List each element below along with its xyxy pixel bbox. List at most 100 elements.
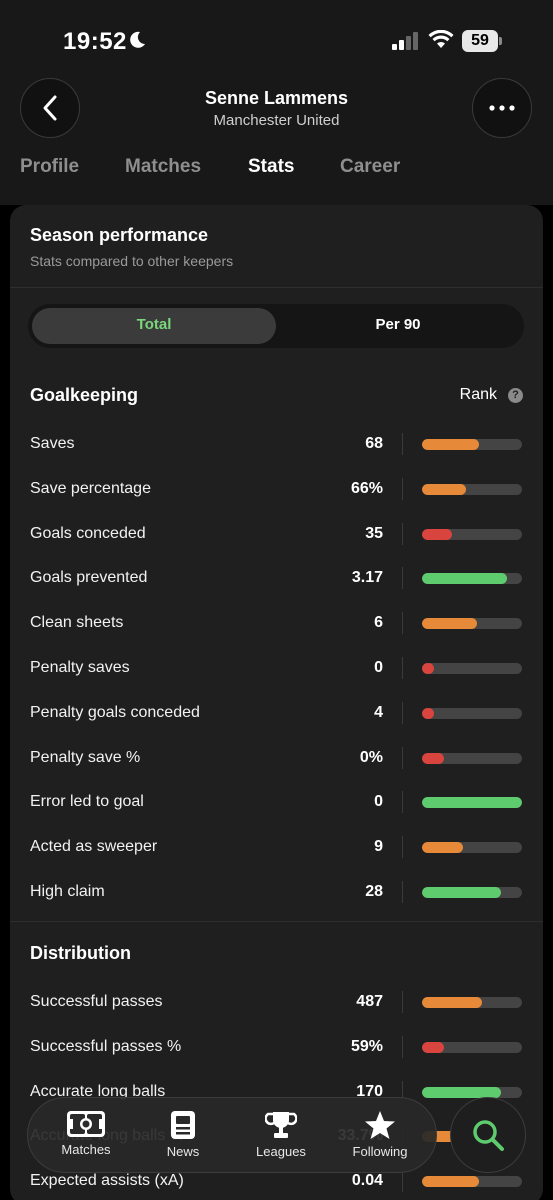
stat-label: Error led to goal <box>30 793 144 811</box>
status-bar: 19:52 59 <box>0 22 553 62</box>
rank-bar-fill <box>422 439 479 450</box>
wifi-icon <box>428 30 454 48</box>
nav-label: News <box>166 1144 200 1159</box>
nav-label: Matches <box>61 1142 111 1157</box>
nav-leagues[interactable]: Leagues <box>241 1110 321 1159</box>
stat-label: Saves <box>30 435 75 452</box>
stat-value: 0.04 <box>351 1172 383 1190</box>
stat-label: Expected assists (xA) <box>30 1172 184 1190</box>
divider <box>402 746 403 769</box>
rank-bar <box>422 663 522 674</box>
more-options-button[interactable] <box>472 78 532 138</box>
team-name[interactable]: Manchester United <box>0 112 553 129</box>
stat-row[interactable]: Successful passes 487 <box>10 988 543 1018</box>
toggle-total[interactable]: Total <box>32 316 276 333</box>
stat-value: 35 <box>365 524 383 542</box>
divider <box>402 701 403 724</box>
rank-bar-fill <box>422 1176 479 1188</box>
goalkeeping-heading: Goalkeeping <box>30 385 139 405</box>
card-subtitle: Stats compared to other keepers <box>30 253 234 269</box>
rank-bar <box>422 573 522 585</box>
battery-indicator: 59 <box>462 30 502 52</box>
stat-label: High claim <box>30 883 105 900</box>
tab-career[interactable]: Career <box>340 156 400 178</box>
stat-row[interactable]: Clean sheets 6 <box>10 609 543 639</box>
stat-row[interactable]: Saves 68 <box>10 430 543 460</box>
stat-label: Clean sheets <box>30 614 124 632</box>
rank-bar-fill <box>422 887 501 898</box>
rank-bar <box>422 752 522 764</box>
nav-matches[interactable]: Matches <box>46 1110 126 1157</box>
stat-value: 487 <box>356 993 383 1010</box>
rank-bar <box>422 887 522 898</box>
moon-icon <box>130 31 145 48</box>
battery-level: 59 <box>471 32 489 49</box>
tab-matches[interactable]: Matches <box>125 156 201 178</box>
stat-row[interactable]: High claim 28 <box>10 878 543 908</box>
rank-bar-fill <box>422 752 444 764</box>
stat-value: 9 <box>374 838 383 856</box>
divider <box>402 1170 403 1193</box>
tab-stats[interactable]: Stats <box>248 156 294 178</box>
stat-value: 0% <box>359 748 383 766</box>
trophy-icon <box>265 1112 297 1138</box>
divider <box>402 881 403 903</box>
stat-value: 59% <box>350 1037 383 1055</box>
nav-label: Leagues <box>256 1144 306 1159</box>
distribution-heading: Distribution <box>30 943 131 963</box>
stat-row[interactable]: Goals prevented 3.17 <box>10 564 543 594</box>
divider <box>402 567 403 590</box>
signal-icon <box>392 32 418 50</box>
divider <box>402 836 403 859</box>
stat-row[interactable]: Acted as sweeper 9 <box>10 833 543 863</box>
rank-bar <box>422 707 522 719</box>
rank-bar-fill <box>422 1086 501 1098</box>
help-icon[interactable]: ? <box>508 388 523 403</box>
stat-row[interactable]: Save percentage 66% <box>10 475 543 505</box>
nav-following[interactable]: Following <box>340 1110 420 1159</box>
divider <box>402 991 403 1013</box>
stat-row[interactable]: Goals conceded 35 <box>10 520 543 550</box>
stat-row[interactable]: Penalty saves 0 <box>10 654 543 684</box>
search-button[interactable] <box>450 1097 526 1173</box>
rank-bar <box>422 1086 522 1098</box>
stat-label: Goals conceded <box>30 524 146 542</box>
rank-bar <box>422 842 522 854</box>
stat-label: Successful passes <box>30 993 163 1010</box>
toggle-per-90[interactable]: Per 90 <box>276 316 520 333</box>
rank-bar <box>422 439 522 450</box>
stat-label: Save percentage <box>30 479 151 497</box>
top-bar: 19:52 59 Senne Lammens Manchester United… <box>0 0 553 205</box>
star-icon <box>365 1111 395 1139</box>
rank-bar-fill <box>422 483 466 495</box>
pitch-icon <box>67 1111 105 1137</box>
rank-bar-fill <box>422 707 434 719</box>
stat-value: 6 <box>374 614 383 632</box>
rank-bar <box>422 618 522 630</box>
rank-bar-fill <box>422 1041 444 1053</box>
divider <box>10 287 543 288</box>
stat-value: 3.17 <box>351 569 383 587</box>
divider <box>402 1035 403 1058</box>
divider <box>402 657 403 679</box>
stat-row[interactable]: Penalty save % 0% <box>10 744 543 774</box>
rank-bar <box>422 483 522 495</box>
stat-row[interactable]: Penalty goals conceded 4 <box>10 699 543 729</box>
nav-news[interactable]: News <box>143 1110 223 1159</box>
more-horizontal-icon <box>489 105 515 111</box>
rank-bar-fill <box>422 528 452 540</box>
stat-row[interactable]: Error led to goal 0 <box>10 788 543 818</box>
stat-value: 0 <box>374 659 383 676</box>
divider <box>402 477 403 500</box>
rank-bar-fill <box>422 663 434 674</box>
rank-bar <box>422 528 522 540</box>
search-icon <box>473 1120 504 1151</box>
rank-bar-fill <box>422 997 482 1008</box>
stat-row[interactable]: Successful passes % 59% <box>10 1033 543 1063</box>
stat-label: Penalty save % <box>30 748 141 766</box>
news-icon <box>171 1111 195 1139</box>
rank-bar <box>422 1176 522 1188</box>
stat-mode-toggle: Total Per 90 <box>28 304 524 348</box>
tab-profile[interactable]: Profile <box>20 156 79 178</box>
rank-bar <box>422 1041 522 1053</box>
